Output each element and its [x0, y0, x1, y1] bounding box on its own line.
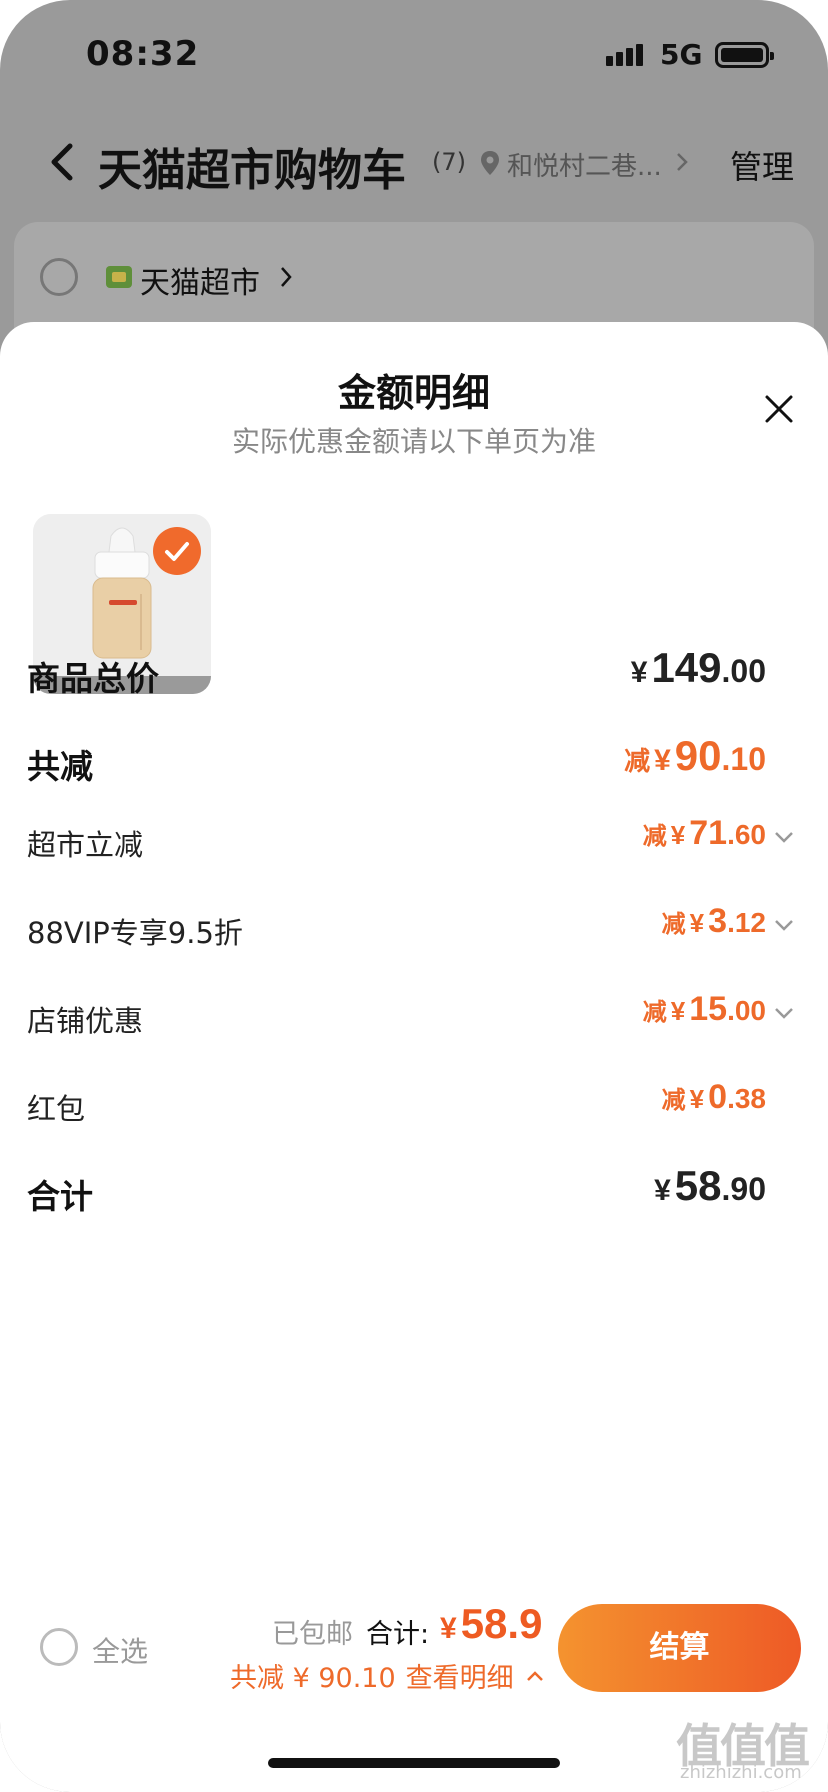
row-supermarket-discount[interactable]: 超市立减 减 ¥ 71 .60: [0, 814, 828, 874]
amount-integer: 149: [651, 644, 722, 691]
watermark-url: zhizhizhi.com: [680, 1762, 802, 1783]
discount-amount: 共减 ¥ 90.10: [230, 1663, 396, 1694]
delivery-address[interactable]: 和悦村二巷...: [507, 146, 662, 183]
selected-check-icon[interactable]: [153, 527, 201, 575]
battery-icon: [715, 42, 774, 68]
row-value: ¥ 149 .00: [631, 644, 766, 692]
currency-symbol: ¥: [654, 744, 671, 777]
amount-detail-sheet: 金额明细 实际优惠金额请以下单页为准 商品总价 ¥ 149 .00 共减 减 ¥…: [0, 322, 828, 1792]
location-pin-icon[interactable]: [480, 150, 500, 176]
page-title: 天猫超市购物车: [98, 145, 406, 196]
amount-integer: 58: [674, 1162, 722, 1209]
row-label: 店铺优惠: [27, 1004, 144, 1038]
select-all-label[interactable]: 全选: [92, 1630, 148, 1670]
store-logo-icon: [106, 266, 132, 288]
discount-prefix: 减: [624, 747, 651, 777]
signal-icon: [606, 44, 643, 66]
row-label: 88VIP专享9.5折: [27, 916, 243, 950]
chevron-up-icon[interactable]: [526, 1670, 544, 1682]
discount-prefix: 减: [642, 998, 667, 1026]
cart-count: (7): [432, 148, 466, 176]
manage-button[interactable]: 管理: [730, 142, 794, 188]
status-time: 08:32: [86, 34, 200, 74]
amount-integer: 71: [689, 814, 728, 852]
total-amount-value: 58.9: [460, 1600, 543, 1647]
store-name[interactable]: 天猫超市: [140, 258, 260, 302]
close-icon[interactable]: [764, 394, 794, 424]
row-label: 合计: [27, 1177, 93, 1216]
row-label: 红包: [27, 1092, 86, 1126]
sheet-title: 金额明细: [337, 371, 490, 415]
amount-decimal: .38: [727, 1083, 766, 1114]
status-bar: 08:32 5G: [0, 0, 828, 110]
cart-header: 天猫超市购物车 (7) 和悦村二巷... 管理: [0, 120, 828, 200]
discount-summary[interactable]: 共减 ¥ 90.10 查看明细: [230, 1656, 544, 1695]
amount-decimal: .10: [721, 741, 766, 777]
currency-symbol: ¥: [670, 996, 686, 1026]
chevron-down-icon[interactable]: [774, 1006, 794, 1020]
chevron-down-icon[interactable]: [774, 918, 794, 932]
row-subtotal: 商品总价 ¥ 149 .00: [0, 644, 828, 704]
row-red-packet: 红包 减 ¥ 0 .38: [0, 1078, 828, 1138]
discount-prefix: 减: [661, 1086, 686, 1114]
amount-integer: 15: [689, 990, 728, 1028]
row-value: 减 ¥ 15 .00: [643, 990, 766, 1029]
row-value: 减 ¥ 71 .60: [643, 814, 766, 853]
store-select-radio[interactable]: [40, 258, 78, 296]
row-88vip-discount[interactable]: 88VIP专享9.5折 减 ¥ 3 .12: [0, 902, 828, 962]
row-value: 减 ¥ 90 .10: [624, 732, 766, 780]
amount-integer: 90: [674, 732, 722, 779]
row-value: 减 ¥ 3 .12: [662, 902, 766, 941]
currency-symbol: ¥: [689, 1084, 705, 1114]
network-label: 5G: [660, 38, 703, 71]
currency-symbol: ¥: [670, 820, 686, 850]
checkout-button[interactable]: 结算: [558, 1604, 801, 1692]
row-label: 共减: [27, 747, 93, 786]
home-indicator[interactable]: [268, 1758, 560, 1768]
free-shipping-label: 已包邮: [272, 1619, 353, 1650]
amount-decimal: .60: [727, 819, 766, 850]
discount-prefix: 减: [642, 822, 667, 850]
amount-decimal: .12: [727, 907, 766, 938]
amount-decimal: .00: [727, 995, 766, 1026]
total-label: 合计:: [366, 1619, 430, 1650]
currency-symbol: ¥: [440, 1612, 457, 1645]
row-total-discount: 共减 减 ¥ 90 .10: [0, 732, 828, 792]
chevron-right-icon: [677, 153, 688, 171]
row-label: 商品总价: [27, 659, 159, 698]
currency-symbol: ¥: [689, 908, 705, 938]
amount-decimal: .00: [721, 653, 766, 689]
sheet-subtitle: 实际优惠金额请以下单页为准: [231, 425, 596, 458]
amount-integer: 0: [708, 1078, 728, 1116]
row-value: ¥ 58 .90: [654, 1162, 766, 1210]
currency-symbol: ¥: [630, 656, 648, 689]
row-label: 超市立减: [27, 828, 144, 862]
chevron-down-icon[interactable]: [774, 830, 794, 844]
total-amount: ¥ 58.9: [440, 1600, 542, 1648]
back-arrow-icon[interactable]: [48, 142, 76, 182]
row-store-discount[interactable]: 店铺优惠 减 ¥ 15 .00: [0, 990, 828, 1050]
chevron-right-icon: [281, 267, 292, 287]
select-all-radio[interactable]: [40, 1628, 78, 1666]
amount-integer: 3: [708, 902, 728, 940]
discount-prefix: 减: [661, 910, 686, 938]
phone-screen: 08:32 5G 天猫超市购物车 (7) 和悦村二巷... 管理 天猫超市 金额…: [0, 0, 828, 1792]
currency-symbol: ¥: [654, 1174, 671, 1207]
amount-decimal: .90: [721, 1171, 766, 1207]
row-value: 减 ¥ 0 .38: [662, 1078, 766, 1117]
view-detail-link[interactable]: 查看明细: [406, 1656, 514, 1695]
checkout-bar: 全选 已包邮 合计: ¥ 58.9 共减 ¥ 90.10 查看明细 结算: [0, 1590, 828, 1710]
row-grand-total: 合计 ¥ 58 .90: [0, 1162, 828, 1222]
